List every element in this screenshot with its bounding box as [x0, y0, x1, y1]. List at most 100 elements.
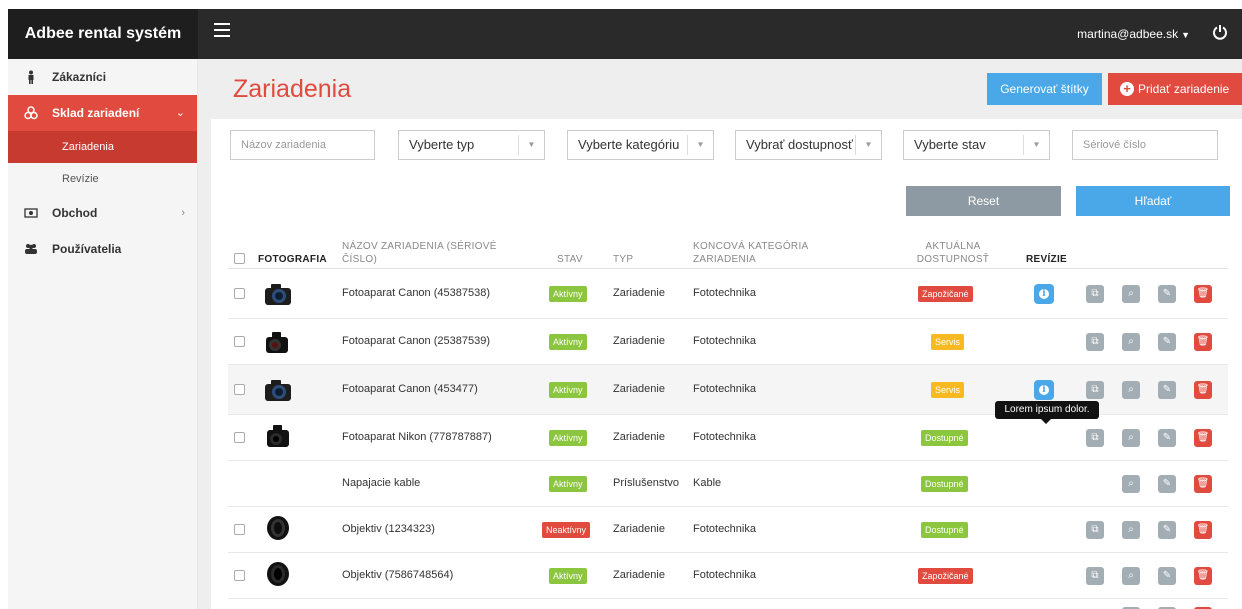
table-row[interactable]: Fotoaparat Canon (25387539) Aktívny Zari…: [228, 319, 1228, 365]
status-badge: Aktívny: [549, 382, 587, 398]
table-row[interactable]: Objektiv (7586748564) Aktívny Zariadenie…: [228, 553, 1228, 599]
generate-labels-button[interactable]: Generovať štítky: [987, 73, 1102, 105]
device-name[interactable]: Objektiv (1234323): [342, 523, 435, 535]
edit-button[interactable]: ✎: [1158, 333, 1176, 351]
brand-logo[interactable]: Adbee rental systém: [8, 9, 198, 59]
delete-button[interactable]: 🗑: [1194, 333, 1212, 351]
edit-button[interactable]: ✎: [1158, 521, 1176, 539]
delete-button[interactable]: 🗑: [1194, 567, 1212, 585]
trash-icon: 🗑: [1196, 432, 1210, 443]
availability-badge: Servis: [931, 382, 965, 398]
table-row[interactable]: Napajacie kable Aktívny Príslušenstvo Ka…: [228, 461, 1228, 507]
category-select[interactable]: Vyberte kategóriu ▼: [567, 130, 714, 160]
hamburger-menu-icon[interactable]: [214, 23, 230, 37]
reset-button[interactable]: Reset: [906, 186, 1061, 216]
col-state-header[interactable]: STAV: [557, 229, 597, 269]
row-checkbox[interactable]: [234, 570, 245, 581]
sidebar-subitem-revisions[interactable]: Revízie: [8, 163, 197, 195]
view-button[interactable]: ⌕: [1122, 333, 1140, 351]
revision-info-button[interactable]: i: [1034, 380, 1054, 400]
view-button[interactable]: ⌕: [1122, 285, 1140, 303]
add-device-button[interactable]: + Pridať zariadenie: [1108, 73, 1242, 105]
edit-button[interactable]: ✎: [1158, 475, 1176, 493]
device-name[interactable]: Fotoaparat Canon (45387538): [342, 287, 490, 299]
row-checkbox[interactable]: [234, 384, 245, 395]
copy-icon: ⧉: [1091, 524, 1099, 535]
table-row[interactable]: Fotoaparat Canon (45387538) Aktívny Zari…: [228, 269, 1228, 319]
delete-button[interactable]: 🗑: [1194, 429, 1212, 447]
sidebar-item-business[interactable]: Obchod ›: [8, 195, 197, 231]
col-category-header[interactable]: KONCOVÁ KATEGÓRIA ZARIADENIA: [693, 229, 833, 269]
device-category: Fototechnika: [693, 569, 756, 581]
device-name[interactable]: Objektiv (7586748564): [342, 569, 453, 581]
type-select[interactable]: Vyberte typ ▼: [398, 130, 545, 160]
device-name[interactable]: Fotoaparat Canon (453477): [342, 383, 478, 395]
chevron-down-icon: ⌄: [175, 107, 185, 119]
availability-badge: Dostupné: [921, 522, 968, 538]
copy-button[interactable]: ⧉: [1086, 429, 1104, 447]
delete-button[interactable]: 🗑: [1194, 381, 1212, 399]
device-name[interactable]: Fotoaparat Canon (25387539): [342, 335, 490, 347]
dropdown-arrow-icon: ▼: [687, 135, 713, 155]
serial-number-input[interactable]: Sériové číslo: [1072, 130, 1218, 160]
device-name[interactable]: Napajacie kable: [342, 477, 420, 489]
edit-button[interactable]: ✎: [1158, 285, 1176, 303]
device-type: Zariadenie: [613, 383, 665, 395]
col-type-header[interactable]: TYP: [613, 229, 653, 269]
edit-button[interactable]: ✎: [1158, 381, 1176, 399]
device-type: Zariadenie: [613, 335, 665, 347]
copy-icon: ⧉: [1091, 336, 1099, 347]
availability-badge: Zapožičané: [918, 568, 973, 584]
tooltip-arrow: [1041, 419, 1051, 424]
edit-button[interactable]: ✎: [1158, 429, 1176, 447]
copy-button[interactable]: ⧉: [1086, 521, 1104, 539]
row-checkbox[interactable]: [234, 432, 245, 443]
select-all-checkbox[interactable]: [234, 253, 245, 264]
lens-thumbnail: [267, 562, 289, 586]
view-button[interactable]: ⌕: [1122, 567, 1140, 585]
state-select[interactable]: Vyberte stav ▼: [903, 130, 1050, 160]
device-type: Zariadenie: [613, 569, 665, 581]
status-badge: Aktívny: [549, 334, 587, 350]
copy-button[interactable]: ⧉: [1086, 285, 1104, 303]
pencil-icon: ✎: [1162, 336, 1172, 347]
page-title: Zariadenia: [233, 75, 352, 103]
copy-button[interactable]: ⧉: [1086, 381, 1104, 399]
col-availability-header-line1: AKTUÁLNA: [925, 241, 981, 252]
table-row[interactable]: [228, 599, 1228, 609]
delete-button[interactable]: 🗑: [1194, 475, 1212, 493]
table-row[interactable]: Objektiv (1234323) Neaktívny Zariadenie …: [228, 507, 1228, 553]
search-button[interactable]: Hľadať: [1076, 186, 1230, 216]
device-name[interactable]: Fotoaparat Nikon (778787887): [342, 431, 492, 443]
sidebar-item-warehouse[interactable]: Sklad zariadení ⌄: [8, 95, 197, 131]
row-checkbox[interactable]: [234, 336, 245, 347]
row-checkbox[interactable]: [234, 288, 245, 299]
copy-button[interactable]: ⧉: [1086, 333, 1104, 351]
row-checkbox[interactable]: [234, 524, 245, 535]
devices-card: Názov zariadenia Vyberte typ ▼ Vyberte ka…: [211, 119, 1242, 609]
col-availability-header-line2: DOSTUPNOSŤ: [916, 254, 990, 265]
device-name-input[interactable]: Názov zariadenia: [230, 130, 375, 160]
delete-button[interactable]: 🗑: [1194, 521, 1212, 539]
col-name-header[interactable]: NÁZOV ZARIADENIA (SÉRIOVÉ ČÍSLO): [342, 229, 512, 269]
delete-button[interactable]: 🗑: [1194, 285, 1212, 303]
sidebar-subitem-devices[interactable]: Zariadenia: [8, 131, 197, 163]
user-menu[interactable]: martina@adbee.sk ▼: [1077, 9, 1190, 59]
power-icon[interactable]: [1212, 24, 1228, 40]
sidebar-item-users[interactable]: Používatelia: [8, 231, 197, 267]
dropdown-arrow-icon: ▼: [855, 135, 881, 155]
sidebar-item-customers[interactable]: Zákazníci: [8, 59, 197, 95]
sidebar: Zákazníci Sklad zariadení ⌄ Zariadenia R…: [8, 59, 198, 609]
copy-button[interactable]: ⧉: [1086, 567, 1104, 585]
col-availability-header[interactable]: AKTUÁLNA DOSTUPNOSŤ: [908, 229, 998, 269]
availability-select[interactable]: Vybrať dostupnosť ▼: [735, 130, 882, 160]
table-row[interactable]: Fotoaparat Nikon (778787887) Aktívny Zar…: [228, 415, 1228, 461]
view-button[interactable]: ⌕: [1122, 381, 1140, 399]
view-button[interactable]: ⌕: [1122, 429, 1140, 447]
view-button[interactable]: ⌕: [1122, 475, 1140, 493]
revision-info-button[interactable]: i: [1034, 284, 1054, 304]
edit-button[interactable]: ✎: [1158, 567, 1176, 585]
copy-icon: ⧉: [1091, 570, 1099, 581]
view-button[interactable]: ⌕: [1122, 521, 1140, 539]
add-device-label: Pridať zariadenie: [1138, 82, 1230, 96]
